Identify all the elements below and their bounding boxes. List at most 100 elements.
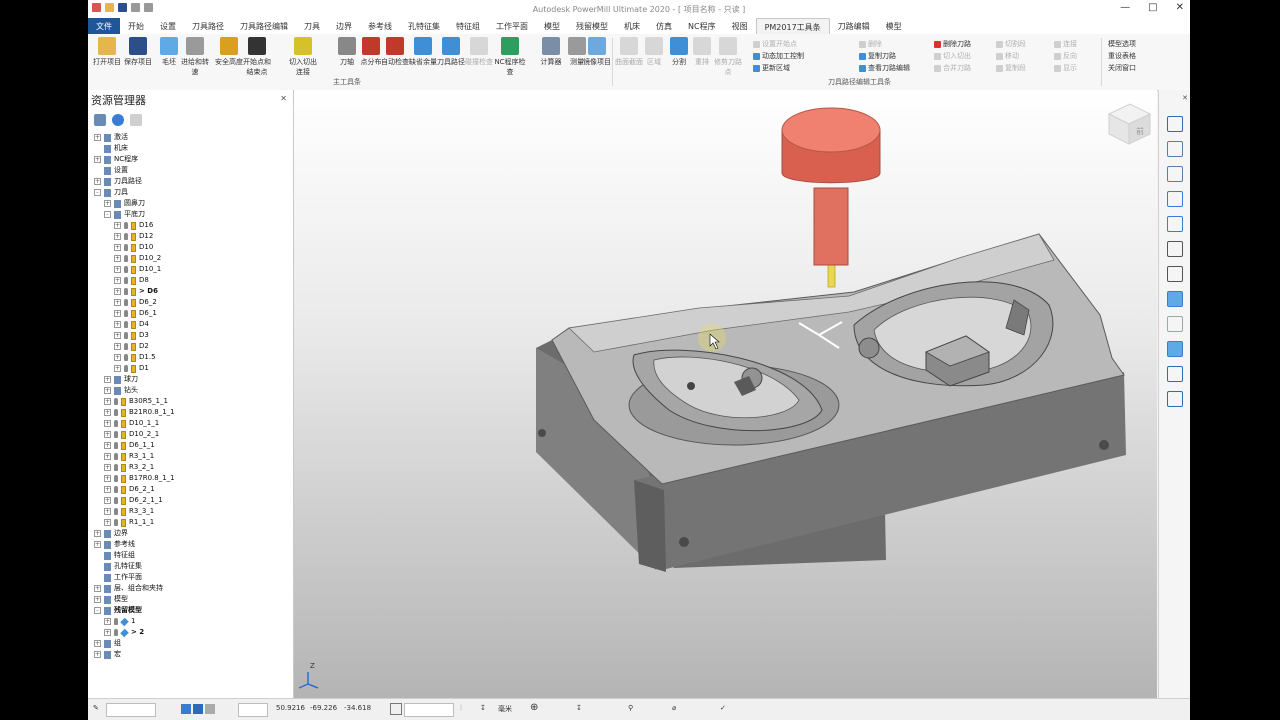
edit-ribbon-button[interactable]: 区域 xyxy=(640,37,668,67)
explorer-tree-icon[interactable] xyxy=(94,114,106,126)
ribbon-tab[interactable]: 刀具 xyxy=(296,18,328,34)
view-cube[interactable]: 前 xyxy=(1107,103,1152,145)
tree-item[interactable]: + > 2 xyxy=(104,627,144,638)
ribbon-tab[interactable]: 设置 xyxy=(152,18,184,34)
tree-item[interactable]: + D1.5 xyxy=(114,352,156,363)
visibility-bulb-icon[interactable] xyxy=(114,398,118,405)
visibility-bulb-icon[interactable] xyxy=(124,365,128,372)
expand-toggle-icon[interactable]: + xyxy=(94,530,101,537)
tree-item[interactable]: 特征组 xyxy=(94,550,135,561)
tree-item[interactable]: + D6_1 xyxy=(114,308,157,319)
expand-toggle-icon[interactable]: + xyxy=(104,519,111,526)
ribbon-tab[interactable]: 模型 xyxy=(536,18,568,34)
view-iso-icon[interactable] xyxy=(1167,116,1183,132)
expand-toggle-icon[interactable]: + xyxy=(104,431,111,438)
visibility-bulb-icon[interactable] xyxy=(114,497,118,504)
tree-item[interactable]: - 残留模型 xyxy=(94,605,142,616)
expand-toggle-icon[interactable]: - xyxy=(94,607,101,614)
visibility-bulb-icon[interactable] xyxy=(114,431,118,438)
visibility-bulb-icon[interactable] xyxy=(114,453,118,460)
expand-toggle-icon[interactable]: + xyxy=(94,651,101,658)
ribbon-tab[interactable]: 工作平面 xyxy=(488,18,536,34)
model-option-item[interactable]: 关闭窗口 xyxy=(1108,63,1136,73)
tree-item[interactable]: + B21R0.8_1_1 xyxy=(104,407,175,418)
workplane-toggle-icon[interactable] xyxy=(205,704,215,714)
shaded-wire-icon[interactable] xyxy=(1167,341,1183,357)
edit-tool-item[interactable]: 更新区域 xyxy=(753,63,790,73)
visibility-bulb-icon[interactable] xyxy=(114,629,118,636)
expand-toggle-icon[interactable]: + xyxy=(104,508,111,515)
edit-tool-item[interactable]: 切入切出 xyxy=(934,51,971,61)
ribbon-button[interactable]: 切入切出连接 xyxy=(286,37,320,77)
visibility-bulb-icon[interactable] xyxy=(124,233,128,240)
visibility-bulb-icon[interactable] xyxy=(114,618,118,625)
visibility-bulb-icon[interactable] xyxy=(114,519,118,526)
expand-toggle-icon[interactable]: + xyxy=(104,618,111,625)
box-select-icon[interactable] xyxy=(390,703,402,715)
tree-item[interactable]: + 模型 xyxy=(94,594,128,605)
minimize-button[interactable]: — xyxy=(1120,2,1130,13)
expand-toggle-icon[interactable]: + xyxy=(94,134,101,141)
expand-toggle-icon[interactable]: + xyxy=(104,486,111,493)
tree-item[interactable]: + D12 xyxy=(114,231,153,242)
visibility-bulb-icon[interactable] xyxy=(124,288,128,295)
tree-item[interactable]: + D10_2 xyxy=(114,253,161,264)
expand-toggle-icon[interactable]: + xyxy=(94,585,101,592)
diameter-icon[interactable]: ⌀ xyxy=(672,704,676,712)
ribbon-tab[interactable]: NC程序 xyxy=(680,18,724,34)
ribbon-tab[interactable]: 残留模型 xyxy=(568,18,616,34)
expand-toggle-icon[interactable]: + xyxy=(114,354,121,361)
expand-toggle-icon[interactable]: + xyxy=(104,409,111,416)
expand-toggle-icon[interactable]: + xyxy=(114,255,121,262)
expand-toggle-icon[interactable]: + xyxy=(104,398,111,405)
edge-icon[interactable]: ↧ xyxy=(576,704,582,712)
ribbon-button[interactable]: 开始点和结束点 xyxy=(240,37,274,77)
visibility-bulb-icon[interactable] xyxy=(114,486,118,493)
tree-item[interactable]: + 激活 xyxy=(94,132,128,143)
ribbon-tab[interactable]: 刀路编辑 xyxy=(830,18,878,34)
globe-icon[interactable] xyxy=(112,114,124,126)
ribbon-button[interactable]: 进给和转速 xyxy=(178,37,212,77)
visibility-bulb-icon[interactable] xyxy=(124,332,128,339)
model-option-item[interactable]: 重设表格 xyxy=(1108,51,1136,61)
tree-item[interactable]: + 宏 xyxy=(94,649,121,660)
edit-tool-item[interactable]: 显示 xyxy=(1054,63,1077,73)
visibility-bulb-icon[interactable] xyxy=(124,343,128,350)
zoom-box-icon[interactable] xyxy=(1167,241,1183,257)
tree-item[interactable]: 设置 xyxy=(94,165,128,176)
visibility-bulb-icon[interactable] xyxy=(114,475,118,482)
tree-item[interactable]: + > D6 xyxy=(114,286,158,297)
visibility-bulb-icon[interactable] xyxy=(114,442,118,449)
expand-toggle-icon[interactable]: + xyxy=(94,640,101,647)
expand-toggle-icon[interactable]: + xyxy=(94,596,101,603)
tree-item[interactable]: + R1_1_1 xyxy=(104,517,154,528)
expand-toggle-icon[interactable]: + xyxy=(114,332,121,339)
tree-item[interactable]: + R3_1_1 xyxy=(104,451,154,462)
visibility-bulb-icon[interactable] xyxy=(114,409,118,416)
view-toolbar-close-icon[interactable]: ✕ xyxy=(1182,94,1188,102)
ribbon-tab[interactable]: 开始 xyxy=(120,18,152,34)
tree-item[interactable]: + D4 xyxy=(114,319,149,330)
visibility-bulb-icon[interactable] xyxy=(124,222,128,229)
tree-item[interactable]: + D10 xyxy=(114,242,153,253)
ribbon-tab[interactable]: 视图 xyxy=(724,18,756,34)
tree-item[interactable]: + D10_2_1 xyxy=(104,429,159,440)
expand-toggle-icon[interactable]: - xyxy=(94,189,101,196)
ribbon-button[interactable]: 打开项目 xyxy=(90,37,124,67)
visibility-bulb-icon[interactable] xyxy=(124,310,128,317)
visibility-bulb-icon[interactable] xyxy=(114,508,118,515)
ribbon-tab[interactable]: 刀具路径 xyxy=(184,18,232,34)
edit-tool-item[interactable]: 设置开始点 xyxy=(753,39,797,49)
edit-ribbon-button[interactable]: 曲面截面 xyxy=(615,37,643,67)
shaded-icon[interactable] xyxy=(1167,291,1183,307)
ribbon-tab[interactable]: 机床 xyxy=(616,18,648,34)
expand-toggle-icon[interactable]: + xyxy=(114,233,121,240)
expand-toggle-icon[interactable]: - xyxy=(104,211,111,218)
edit-tool-item[interactable]: 删除刀路 xyxy=(934,39,971,49)
expand-toggle-icon[interactable]: + xyxy=(114,222,121,229)
edit-tool-item[interactable]: 复制刀路 xyxy=(859,51,896,61)
tree-item[interactable]: + 圆鼻刀 xyxy=(104,198,145,209)
expand-toggle-icon[interactable]: + xyxy=(104,629,111,636)
tree-item[interactable]: 孔特征集 xyxy=(94,561,142,572)
edit-ribbon-button[interactable]: 重排 xyxy=(688,37,716,67)
